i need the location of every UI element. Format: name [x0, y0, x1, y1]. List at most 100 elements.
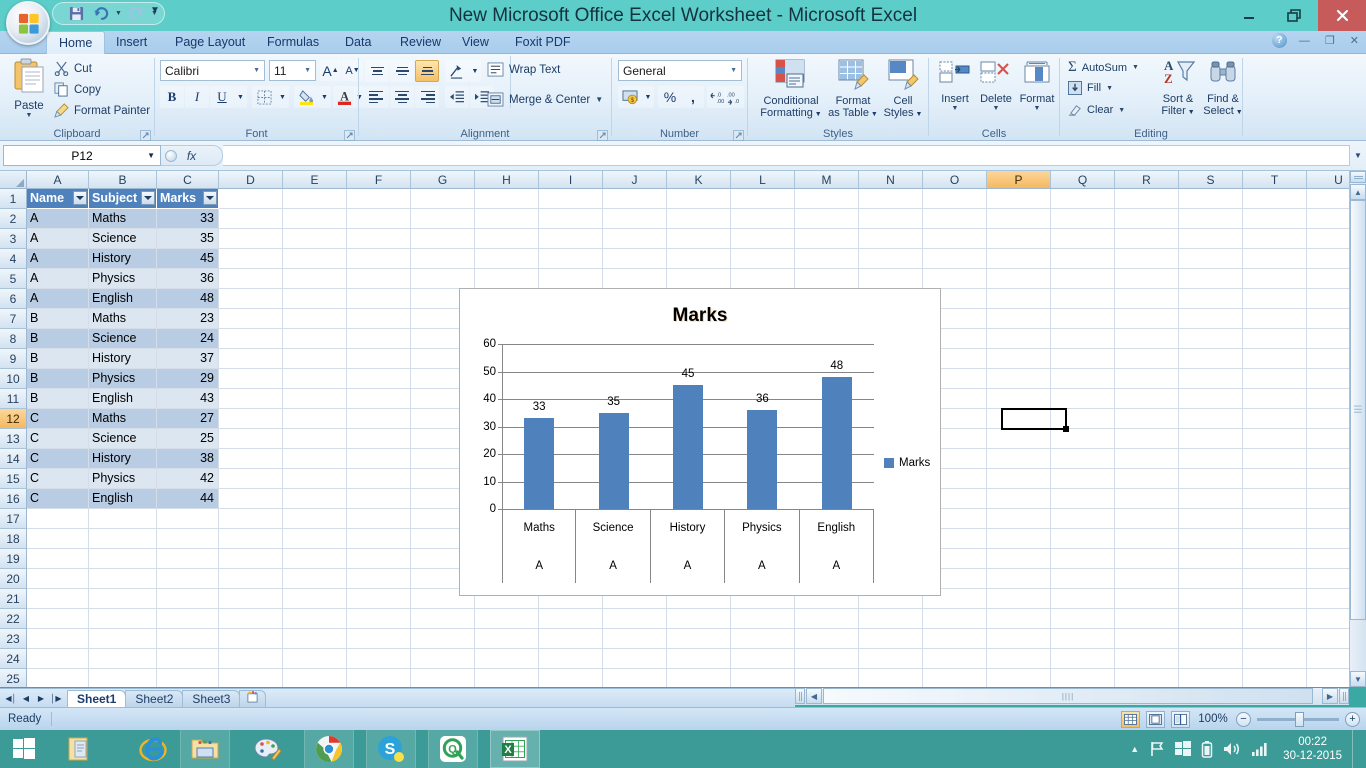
cell-B18[interactable]: [89, 529, 157, 549]
orientation-button[interactable]: [445, 60, 469, 82]
row-header-6[interactable]: 6: [0, 289, 27, 309]
windows-tray-icon[interactable]: [1175, 741, 1192, 757]
cell-J2[interactable]: [603, 209, 667, 229]
cell-E13[interactable]: [283, 429, 347, 449]
cell-D13[interactable]: [219, 429, 283, 449]
cell-D11[interactable]: [219, 389, 283, 409]
cell-A22[interactable]: [27, 609, 89, 629]
cell-F15[interactable]: [347, 469, 411, 489]
cell-P15[interactable]: [987, 469, 1051, 489]
cell-B2[interactable]: Maths: [89, 209, 157, 229]
cell-E19[interactable]: [283, 549, 347, 569]
cell-B20[interactable]: [89, 569, 157, 589]
cell-Q2[interactable]: [1051, 209, 1115, 229]
cell-A5[interactable]: A: [27, 269, 89, 289]
cell-C25[interactable]: [157, 669, 219, 687]
cell-O5[interactable]: [923, 269, 987, 289]
taskbar-clock[interactable]: 00:22 30-12-2015: [1279, 735, 1342, 763]
cell-E15[interactable]: [283, 469, 347, 489]
zoom-slider[interactable]: [1257, 711, 1339, 727]
cell-D18[interactable]: [219, 529, 283, 549]
cell-D7[interactable]: [219, 309, 283, 329]
cell-F16[interactable]: [347, 489, 411, 509]
cell-N1[interactable]: [859, 189, 923, 209]
align-top-button[interactable]: [365, 60, 389, 82]
row-header-24[interactable]: 24: [0, 649, 27, 669]
cell-P21[interactable]: [987, 589, 1051, 609]
cell-C6[interactable]: 48: [157, 289, 219, 309]
cell-G3[interactable]: [411, 229, 475, 249]
align-bottom-button[interactable]: [415, 60, 439, 82]
cell-H3[interactable]: [475, 229, 539, 249]
column-header-Q[interactable]: Q: [1051, 171, 1115, 189]
filter-dropdown-subject[interactable]: [141, 191, 155, 205]
chart-bar-science[interactable]: [598, 412, 629, 509]
cell-L5[interactable]: [731, 269, 795, 289]
scroll-right-button[interactable]: ▶: [1322, 688, 1338, 704]
format-cells-button[interactable]: Format ▼: [1017, 60, 1057, 112]
cell-F25[interactable]: [347, 669, 411, 687]
cell-K22[interactable]: [667, 609, 731, 629]
column-header-B[interactable]: B: [89, 171, 157, 189]
filter-dropdown-name[interactable]: [73, 191, 87, 205]
ribbon-close-button[interactable]: ✕: [1347, 34, 1362, 47]
cell-L22[interactable]: [731, 609, 795, 629]
sheet-tab-sheet2[interactable]: Sheet2: [125, 689, 184, 707]
cell-P8[interactable]: [987, 329, 1051, 349]
cell-T3[interactable]: [1243, 229, 1307, 249]
cell-Q17[interactable]: [1051, 509, 1115, 529]
cell-C23[interactable]: [157, 629, 219, 649]
cell-H2[interactable]: [475, 209, 539, 229]
prev-sheet-button[interactable]: ◀: [19, 690, 33, 706]
cell-C11[interactable]: 43: [157, 389, 219, 409]
cell-A14[interactable]: C: [27, 449, 89, 469]
chevron-down-icon[interactable]: ▼: [147, 151, 155, 160]
cell-P6[interactable]: [987, 289, 1051, 309]
cell-F10[interactable]: [347, 369, 411, 389]
cell-A20[interactable]: [27, 569, 89, 589]
tab-foxit-pdf[interactable]: Foxit PDF: [503, 31, 583, 54]
cell-M1[interactable]: [795, 189, 859, 209]
tab-data[interactable]: Data: [333, 31, 383, 54]
row-header-15[interactable]: 15: [0, 469, 27, 489]
cell-F4[interactable]: [347, 249, 411, 269]
cell-R16[interactable]: [1115, 489, 1179, 509]
cell-R24[interactable]: [1115, 649, 1179, 669]
cell-I1[interactable]: [539, 189, 603, 209]
cell-S20[interactable]: [1179, 569, 1243, 589]
customize-quick-access-icon[interactable]: ▼: [150, 5, 160, 16]
office-button[interactable]: [6, 1, 50, 45]
cell-S10[interactable]: [1179, 369, 1243, 389]
help-icon[interactable]: ?: [1271, 33, 1287, 48]
underline-button[interactable]: U: [210, 86, 234, 108]
cell-J1[interactable]: [603, 189, 667, 209]
cell-T5[interactable]: [1243, 269, 1307, 289]
cell-K23[interactable]: [667, 629, 731, 649]
undo-dropdown-icon[interactable]: ▼: [115, 10, 122, 17]
cell-A16[interactable]: C: [27, 489, 89, 509]
cell-S6[interactable]: [1179, 289, 1243, 309]
align-middle-button[interactable]: [390, 60, 414, 82]
cell-Q8[interactable]: [1051, 329, 1115, 349]
cell-S11[interactable]: [1179, 389, 1243, 409]
cell-R13[interactable]: [1115, 429, 1179, 449]
format-dropdown-icon[interactable]: ▼: [1017, 105, 1057, 112]
tab-insert[interactable]: Insert: [104, 31, 159, 54]
cell-J25[interactable]: [603, 669, 667, 687]
tab-formulas[interactable]: Formulas: [255, 31, 331, 54]
column-header-F[interactable]: F: [347, 171, 411, 189]
cell-C14[interactable]: 38: [157, 449, 219, 469]
zoom-out-button[interactable]: −: [1236, 711, 1251, 727]
cell-S24[interactable]: [1179, 649, 1243, 669]
cell-P2[interactable]: [987, 209, 1051, 229]
cell-Q12[interactable]: [1051, 409, 1115, 429]
cell-B25[interactable]: [89, 669, 157, 687]
cell-J23[interactable]: [603, 629, 667, 649]
cell-S7[interactable]: [1179, 309, 1243, 329]
normal-view-button[interactable]: [1121, 710, 1140, 728]
save-icon[interactable]: [67, 5, 86, 23]
cell-E16[interactable]: [283, 489, 347, 509]
cell-A10[interactable]: B: [27, 369, 89, 389]
cell-F12[interactable]: [347, 409, 411, 429]
cell-P23[interactable]: [987, 629, 1051, 649]
